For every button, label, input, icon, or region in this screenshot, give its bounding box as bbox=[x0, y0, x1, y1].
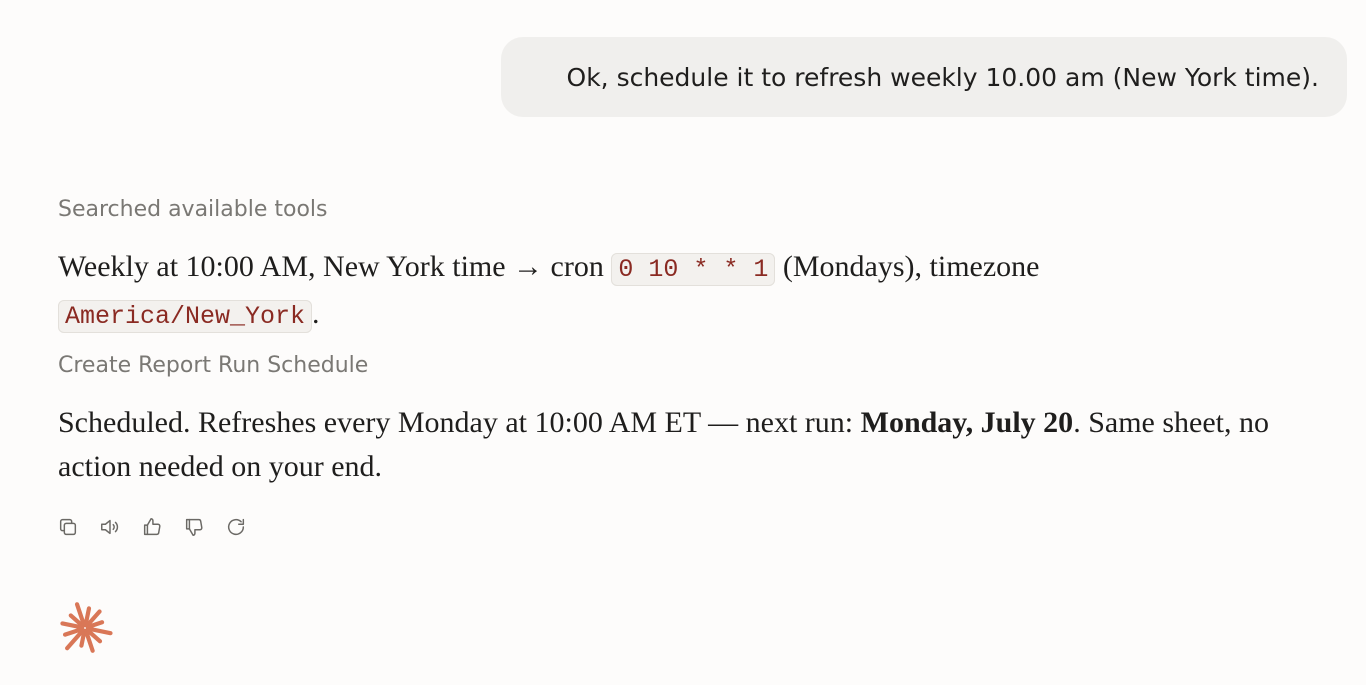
assistant-paragraph-scheduled: Scheduled. Refreshes every Monday at 10:… bbox=[58, 401, 1278, 489]
thumbs-down-icon bbox=[185, 518, 203, 536]
thumbs-down-button[interactable] bbox=[182, 514, 206, 540]
timezone-code: America/New_York bbox=[58, 300, 313, 333]
cron-text-b: (Mondays), timezone bbox=[775, 250, 1040, 283]
speaker-icon bbox=[101, 519, 119, 535]
cron-text-a: Weekly at 10:00 AM, New York time → cron bbox=[58, 250, 612, 283]
user-message-text: Ok, schedule it to refresh weekly 10.00 … bbox=[566, 62, 1319, 92]
copy-icon bbox=[59, 518, 77, 536]
logo-rays bbox=[60, 602, 113, 653]
retry-button[interactable] bbox=[224, 514, 248, 540]
assistant-logo-icon bbox=[60, 602, 113, 653]
message-actions bbox=[56, 514, 248, 540]
tool-status-searched[interactable]: Searched available tools bbox=[58, 197, 328, 222]
read-aloud-button[interactable] bbox=[98, 514, 122, 540]
thumbs-up-icon bbox=[143, 518, 161, 536]
copy-button[interactable] bbox=[56, 514, 80, 540]
assistant-paragraph-cron: Weekly at 10:00 AM, New York time → cron… bbox=[58, 245, 1278, 339]
cron-code: 0 10 * * 1 bbox=[611, 253, 776, 286]
scheduled-text-a: Scheduled. Refreshes every Monday at 10:… bbox=[58, 406, 861, 439]
next-run-date: Monday, July 20 bbox=[860, 406, 1074, 439]
retry-icon bbox=[227, 518, 245, 536]
thumbs-up-button[interactable] bbox=[140, 514, 164, 540]
user-message-bubble: Ok, schedule it to refresh weekly 10.00 … bbox=[501, 37, 1347, 117]
cron-text-c: . bbox=[312, 297, 320, 330]
tool-status-create-schedule[interactable]: Create Report Run Schedule bbox=[58, 353, 368, 378]
